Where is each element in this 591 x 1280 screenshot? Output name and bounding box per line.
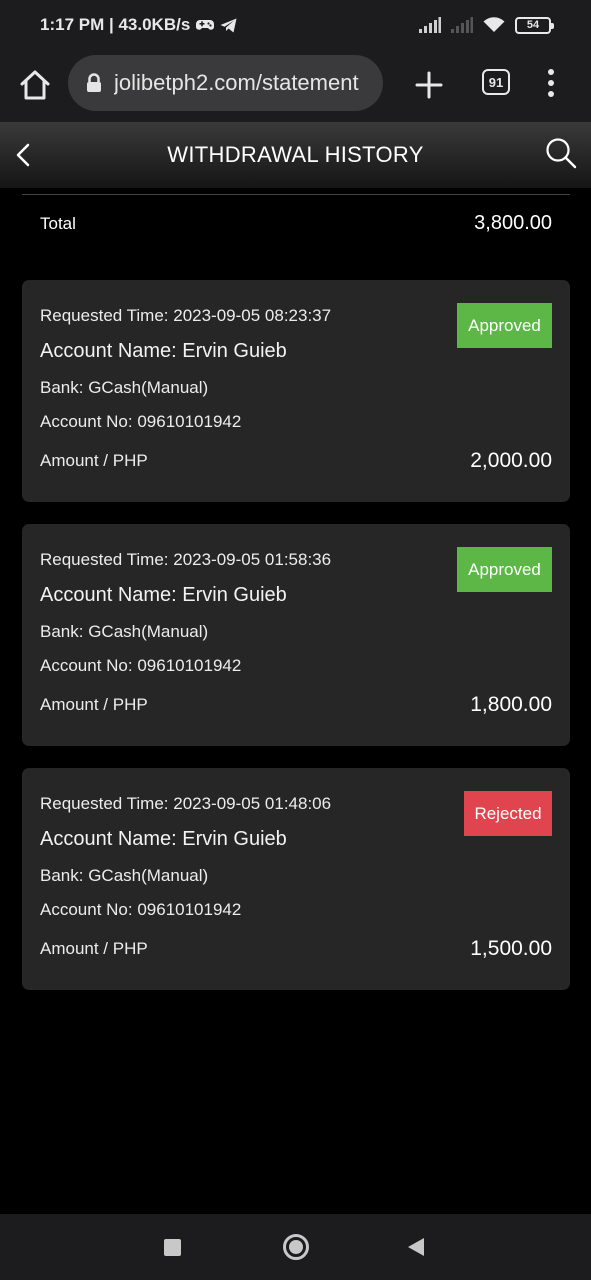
- app-header: WITHDRAWAL HISTORY: [0, 122, 591, 188]
- withdrawal-card: Requested Time: 2023-09-05 08:23:37 Appr…: [22, 280, 570, 502]
- requested-time: Requested Time: 2023-09-05 01:58:36: [40, 550, 332, 569]
- home-nav-icon[interactable]: [283, 1234, 309, 1260]
- amount-label: Amount / PHP: [40, 939, 148, 958]
- gamepad-icon: [196, 20, 215, 30]
- account-number: Account No: 09610101942: [40, 656, 242, 675]
- more-options-icon[interactable]: [540, 66, 562, 100]
- address-bar[interactable]: jolibetph2.com/statement: [68, 55, 383, 111]
- account-number: Account No: 09610101942: [40, 900, 242, 919]
- telegram-icon: [220, 18, 237, 32]
- total-label: Total: [40, 213, 76, 233]
- requested-time: Requested Time: 2023-09-05 01:48:06: [40, 794, 332, 813]
- browser-toolbar: jolibetph2.com/statement 91: [0, 50, 591, 122]
- status-badge: Approved: [457, 303, 552, 348]
- amount-label: Amount / PHP: [40, 695, 148, 714]
- back-arrow-icon[interactable]: [12, 139, 36, 171]
- signal-icon: [419, 17, 441, 33]
- status-time-speed: 1:17 PM | 43.0KB/s: [40, 15, 191, 34]
- account-number: Account No: 09610101942: [40, 412, 242, 431]
- back-nav-icon[interactable]: [408, 1238, 424, 1256]
- search-icon[interactable]: [544, 136, 578, 170]
- requested-time: Requested Time: 2023-09-05 08:23:37: [40, 306, 332, 325]
- url-text: jolibetph2.com/statement: [114, 70, 359, 95]
- amount-value: 2,000.00: [470, 449, 552, 472]
- status-badge: Rejected: [464, 791, 552, 836]
- page-title: WITHDRAWAL HISTORY: [167, 142, 424, 167]
- withdrawal-card: Requested Time: 2023-09-05 01:48:06 Reje…: [22, 768, 570, 990]
- amount-value: 1,800.00: [470, 693, 552, 716]
- account-name: Account Name: Ervin Guieb: [40, 584, 287, 606]
- divider: [22, 194, 570, 195]
- tab-count: 91: [488, 74, 504, 90]
- status-badge: Approved: [457, 547, 552, 592]
- bank-name: Bank: GCash(Manual): [40, 622, 209, 641]
- bank-name: Bank: GCash(Manual): [40, 866, 209, 885]
- system-nav-bar: [0, 1214, 591, 1280]
- signal-off-icon: [451, 17, 473, 33]
- tab-switcher-button[interactable]: 91: [482, 69, 510, 95]
- account-name: Account Name: Ervin Guieb: [40, 828, 287, 850]
- new-tab-icon[interactable]: [412, 68, 446, 102]
- bank-name: Bank: GCash(Manual): [40, 378, 209, 397]
- withdrawal-card: Requested Time: 2023-09-05 01:58:36 Appr…: [22, 524, 570, 746]
- status-bar: 1:17 PM | 43.0KB/s 54: [0, 0, 591, 50]
- battery-icon: 54: [515, 16, 554, 34]
- home-icon[interactable]: [18, 68, 52, 102]
- battery-level: 54: [526, 19, 540, 31]
- amount-value: 1,500.00: [470, 937, 552, 960]
- total-value: 3,800.00: [474, 212, 552, 234]
- wifi-icon: [483, 17, 505, 32]
- account-name: Account Name: Ervin Guieb: [40, 340, 287, 362]
- lock-icon: [87, 73, 101, 92]
- recent-apps-icon[interactable]: [164, 1239, 181, 1256]
- amount-label: Amount / PHP: [40, 451, 148, 470]
- total-row: Total 3,800.00: [40, 212, 552, 235]
